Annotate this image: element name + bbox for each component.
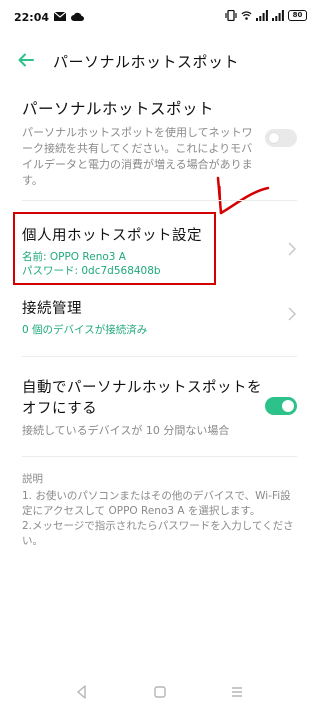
battery-level: 80 <box>292 11 303 19</box>
status-bar: 22:04 80 <box>0 0 319 34</box>
chevron-right-icon[interactable] <box>287 307 297 321</box>
note-line: い。 <box>22 535 43 547</box>
red-arrow-annotation <box>216 176 270 215</box>
toggle-knob <box>282 400 294 412</box>
back-arrow-icon[interactable] <box>16 50 36 70</box>
hotspot-settings-row[interactable]: 個人用ホットスポット設定 名前: OPPO Reno3 A パスワード: 0dc… <box>22 224 302 278</box>
notes-heading: 説明 <box>22 473 43 485</box>
divider <box>22 356 297 357</box>
vibrate-icon <box>225 10 237 21</box>
divider <box>22 200 297 201</box>
divider <box>22 456 297 457</box>
settings-title: 個人用ホットスポット設定 <box>22 228 202 244</box>
connections-subtitle: 0 個のデバイスが接続済み <box>22 324 148 336</box>
page-title: パーソナルホットスポット <box>53 53 240 71</box>
header: パーソナルホットスポット <box>0 42 319 78</box>
status-left-icons <box>54 12 84 21</box>
chevron-right-icon[interactable] <box>287 242 297 256</box>
connection-management-row[interactable]: 接続管理 0 個のデバイスが接続済み <box>22 297 302 337</box>
toggle-knob <box>268 132 280 144</box>
auto-off-section: 自動でパーソナルホットスポットを オフにする 接続しているデバイスが 10 分間… <box>22 378 262 439</box>
hotspot-password: パスワード: 0dc7d568408b <box>22 265 161 277</box>
home-square-icon[interactable] <box>152 684 168 700</box>
battery-icon: 80 <box>288 10 307 21</box>
cloud-icon <box>71 12 84 21</box>
hotspot-name: 名前: OPPO Reno3 A <box>22 251 126 263</box>
signal-icon <box>256 10 268 21</box>
auto-off-subtitle: 接続しているデバイスが 10 分間ない場合 <box>22 424 230 437</box>
description-line: パーソナルホットスポットを使用してネットワ <box>22 126 253 139</box>
hotspot-toggle[interactable] <box>265 129 297 147</box>
signal-icon-2 <box>272 10 284 21</box>
wifi-hotspot-icon <box>241 11 252 20</box>
auto-off-title-line2: オフにする <box>22 401 98 417</box>
auto-off-toggle[interactable] <box>265 397 297 415</box>
note-line: 2.メッセージで指示されたらパスワードを入力してくださ <box>22 520 294 532</box>
mail-icon <box>54 12 66 21</box>
note-line: 1. お使いのパソコンまたはその他のデバイスで、Wi-Fi設 <box>22 490 291 502</box>
navigation-bar <box>0 676 319 711</box>
auto-off-title-line1: 自動でパーソナルホットスポットを <box>22 380 262 396</box>
status-right-icons: 80 <box>225 10 307 21</box>
status-time: 22:04 <box>14 11 50 24</box>
connections-title: 接続管理 <box>22 301 82 317</box>
hotspot-title: パーソナルホットスポット <box>22 100 215 118</box>
note-line: 定にアクセスして OPPO Reno3 A を選択します。 <box>22 505 261 517</box>
back-triangle-icon[interactable] <box>74 684 90 700</box>
notes-section: 説明 1. お使いのパソコンまたはその他のデバイスで、Wi-Fi設 定にアクセス… <box>22 471 307 549</box>
menu-lines-icon[interactable] <box>229 684 245 700</box>
